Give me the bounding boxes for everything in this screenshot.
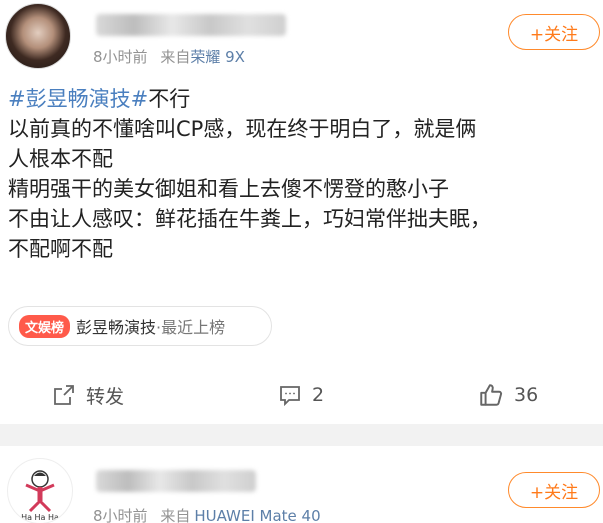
content-line: 以前真的不懂啥叫CP感，现在终于明白了，就是俩 — [8, 117, 477, 141]
follow-button[interactable]: +关注 — [508, 472, 600, 508]
post-time: 8小时前 — [93, 48, 148, 66]
like-button[interactable]: 36 — [478, 378, 538, 412]
comment-icon — [280, 386, 300, 407]
hot-status: 最近上榜 — [161, 318, 226, 337]
thumbs-up-icon — [480, 384, 503, 406]
avatar[interactable]: Ha Ha Ha — [7, 458, 73, 523]
topic-link[interactable]: #彭昱畅演技# — [8, 87, 148, 111]
comment-count: 2 — [312, 384, 325, 406]
device-name[interactable]: HUAWEI Mate 40 — [194, 507, 320, 523]
from-label: 来自 — [160, 507, 191, 523]
repost-label: 转发 — [86, 385, 125, 408]
device-name[interactable]: 荣耀 9X — [190, 48, 245, 66]
post-card: 8小时前 来自荣耀 9X +关注 #彭昱畅演技#不行 以前真的不懂啥叫CP感，现… — [0, 0, 603, 424]
like-count: 36 — [514, 384, 539, 406]
content-line: 不由让人感叹：鲜花插在牛粪上，巧妇常伴拙夫眠， — [8, 207, 491, 231]
hot-topic-text: 彭昱畅演技·最近上榜 — [76, 314, 225, 338]
follow-button[interactable]: +关注 — [508, 14, 600, 50]
from-label: 来自 — [160, 48, 191, 66]
post-content: #彭昱畅演技#不行 以前真的不懂啥叫CP感，现在终于明白了，就是俩 人根本不配 … — [8, 84, 598, 264]
username-blurred[interactable] — [96, 14, 286, 36]
content-line: 精明强干的美女御姐和看上去傻不愣登的憨小子 — [8, 177, 449, 201]
avatar-text: Ha Ha Ha — [21, 513, 59, 522]
comment-button[interactable]: 2 — [278, 378, 324, 412]
post-time: 8小时前 — [93, 507, 148, 523]
hot-list-badge: 文娱榜 — [19, 314, 71, 338]
content-line: 不配啊不配 — [8, 237, 113, 261]
content-line: 人根本不配 — [8, 147, 113, 171]
hot-topic-name: 彭昱畅演技 — [76, 318, 157, 337]
post-divider — [0, 424, 603, 446]
repost-icon — [54, 385, 74, 405]
post-meta: 8小时前 来自 HUAWEI Mate 40 — [93, 505, 321, 523]
post-meta: 8小时前 来自荣耀 9X — [93, 46, 245, 67]
username-blurred[interactable] — [96, 470, 256, 492]
cartoon-avatar-icon: Ha Ha Ha — [21, 470, 59, 522]
repost-button[interactable]: 转发 — [52, 378, 124, 412]
avatar[interactable] — [5, 3, 71, 69]
hot-topic-chip[interactable]: 文娱榜 彭昱畅演技·最近上榜 — [8, 306, 272, 346]
weibo-feed: 8小时前 来自荣耀 9X +关注 #彭昱畅演技#不行 以前真的不懂啥叫CP感，现… — [0, 0, 603, 523]
content-line: 不行 — [148, 87, 191, 111]
